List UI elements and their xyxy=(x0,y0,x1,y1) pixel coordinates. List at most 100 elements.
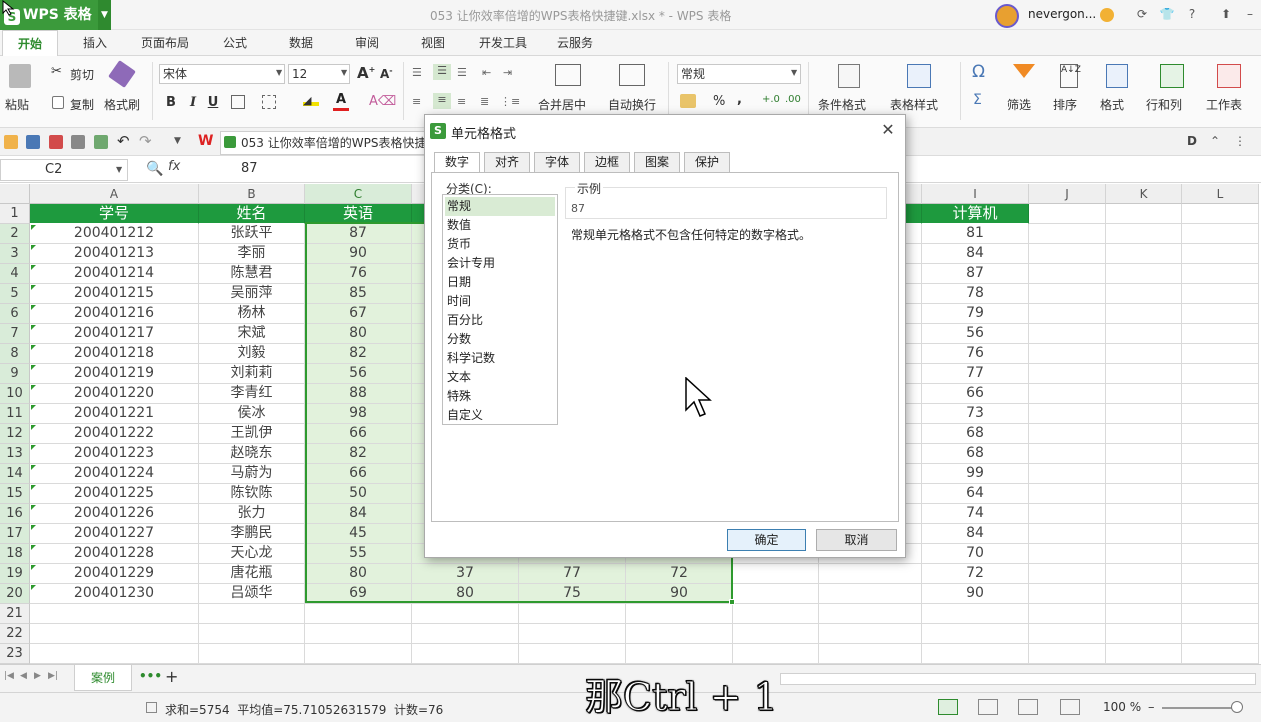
student-name-cell[interactable]: 杨林 xyxy=(199,304,305,324)
score-cell[interactable]: 77 xyxy=(519,564,626,584)
table-cell[interactable] xyxy=(1106,364,1182,384)
column-header-l[interactable]: L xyxy=(1182,184,1259,204)
student-name-cell[interactable]: 马蔚为 xyxy=(199,464,305,484)
row-header[interactable]: 9 xyxy=(0,364,30,384)
row-header[interactable]: 13 xyxy=(0,444,30,464)
prev-sheet-icon[interactable]: ◀ xyxy=(20,671,27,681)
chevron-down-icon[interactable]: ▼ xyxy=(116,165,122,174)
align-center-icon[interactable]: ≡ xyxy=(433,93,451,109)
zoom-out-icon[interactable]: – xyxy=(1148,700,1155,715)
student-name-cell[interactable]: 宋斌 xyxy=(199,324,305,344)
category-item[interactable]: 自定义 xyxy=(445,406,555,425)
table-cell[interactable] xyxy=(1029,564,1106,584)
category-item[interactable]: 常规 xyxy=(445,197,555,216)
row-header[interactable]: 17 xyxy=(0,524,30,544)
table-cell[interactable] xyxy=(1182,364,1259,384)
table-cell[interactable] xyxy=(1182,544,1259,564)
table-cell[interactable] xyxy=(1182,304,1259,324)
table-cell[interactable] xyxy=(1182,284,1259,304)
increase-decimal-icon[interactable]: +.0 xyxy=(762,94,780,105)
row-header[interactable]: 16 xyxy=(0,504,30,524)
table-cell[interactable] xyxy=(1106,324,1182,344)
category-item[interactable]: 特殊 xyxy=(445,387,555,406)
wrap-text-button[interactable]: 自动换行 xyxy=(608,96,656,113)
save-icon[interactable] xyxy=(26,135,40,149)
student-name-cell[interactable]: 李鹏民 xyxy=(199,524,305,544)
category-item[interactable]: 会计专用 xyxy=(445,254,555,273)
table-cell[interactable] xyxy=(733,644,819,664)
table-cell[interactable] xyxy=(1029,224,1106,244)
row-header[interactable]: 6 xyxy=(0,304,30,324)
english-score-cell[interactable]: 69 xyxy=(305,584,412,604)
student-name-cell[interactable]: 唐花瓶 xyxy=(199,564,305,584)
wrap-text-icon[interactable] xyxy=(619,64,645,86)
computer-score-cell[interactable]: 78 xyxy=(922,284,1029,304)
tab-pattern[interactable]: 图案 xyxy=(634,152,680,173)
student-id-cell[interactable]: 200401216 xyxy=(30,304,199,324)
table-cell[interactable] xyxy=(412,624,519,644)
table-cell[interactable] xyxy=(1182,624,1259,644)
tab-font[interactable]: 字体 xyxy=(534,152,580,173)
table-cell[interactable] xyxy=(1106,524,1182,544)
table-cell[interactable] xyxy=(1182,604,1259,624)
italic-button[interactable]: I xyxy=(185,95,201,111)
page-layout-view-icon[interactable] xyxy=(1018,699,1038,715)
student-name-cell[interactable]: 张力 xyxy=(199,504,305,524)
table-cell[interactable] xyxy=(1029,464,1106,484)
table-cell[interactable] xyxy=(519,644,626,664)
computer-score-cell[interactable]: 84 xyxy=(922,524,1029,544)
computer-score-cell[interactable]: 73 xyxy=(922,404,1029,424)
conditional-format-button[interactable]: 条件格式 xyxy=(818,96,866,113)
user-avatar[interactable] xyxy=(995,4,1019,28)
table-cell[interactable] xyxy=(519,604,626,624)
tab-review[interactable]: 审阅 xyxy=(342,30,392,56)
student-id-cell[interactable]: 200401227 xyxy=(30,524,199,544)
student-id-cell[interactable]: 200401225 xyxy=(30,484,199,504)
table-cell[interactable] xyxy=(1106,464,1182,484)
copy-button[interactable]: 复制 xyxy=(70,96,94,113)
table-cell[interactable] xyxy=(922,624,1029,644)
row-header[interactable]: 8 xyxy=(0,344,30,364)
category-item[interactable]: 数值 xyxy=(445,216,555,235)
table-cell[interactable] xyxy=(1182,384,1259,404)
table-cell[interactable] xyxy=(626,644,733,664)
header-cell-english[interactable]: 英语 xyxy=(305,204,412,224)
english-score-cell[interactable]: 80 xyxy=(305,564,412,584)
computer-score-cell[interactable]: 66 xyxy=(922,384,1029,404)
scissors-icon[interactable]: ✂ xyxy=(51,64,62,79)
print-preview-icon[interactable] xyxy=(94,135,108,149)
row-header[interactable]: 23 xyxy=(0,644,30,664)
rows-cols-icon[interactable] xyxy=(1160,64,1184,88)
close-icon[interactable]: ✕ xyxy=(877,119,899,141)
format-painter-button[interactable]: 格式刷 xyxy=(104,96,140,113)
collapse-ribbon-icon[interactable]: ⌃ xyxy=(1210,134,1220,148)
student-id-cell[interactable]: 200401229 xyxy=(30,564,199,584)
export-pdf-icon[interactable] xyxy=(49,135,63,149)
table-cell[interactable] xyxy=(1029,484,1106,504)
table-cell[interactable] xyxy=(626,604,733,624)
table-cell[interactable] xyxy=(733,604,819,624)
row-header[interactable]: 2 xyxy=(0,224,30,244)
table-cell[interactable] xyxy=(199,604,305,624)
tab-alignment[interactable]: 对齐 xyxy=(484,152,530,173)
row-header[interactable]: 18 xyxy=(0,544,30,564)
row-header[interactable]: 4 xyxy=(0,264,30,284)
chevron-down-icon[interactable]: ▼ xyxy=(174,136,181,146)
table-cell[interactable] xyxy=(1029,504,1106,524)
symbol-icon[interactable]: Ω xyxy=(972,62,985,82)
category-item[interactable]: 科学记数 xyxy=(445,349,555,368)
tab-insert[interactable]: 插入 xyxy=(70,30,120,56)
row-header[interactable]: 12 xyxy=(0,424,30,444)
column-header-j[interactable]: J xyxy=(1029,184,1106,204)
chevron-down-icon[interactable]: ▼ xyxy=(98,0,111,30)
table-cell[interactable] xyxy=(1182,584,1259,604)
table-cell[interactable] xyxy=(733,564,819,584)
category-item[interactable]: 时间 xyxy=(445,292,555,311)
align-middle-icon[interactable]: ☰ xyxy=(433,64,451,80)
header-cell-student-id[interactable]: 学号 xyxy=(30,204,199,224)
english-score-cell[interactable]: 84 xyxy=(305,504,412,524)
minimize-icon[interactable]: – xyxy=(1240,4,1260,24)
student-id-cell[interactable]: 200401219 xyxy=(30,364,199,384)
column-header-c[interactable]: C xyxy=(305,184,412,204)
table-cell[interactable] xyxy=(1182,644,1259,664)
